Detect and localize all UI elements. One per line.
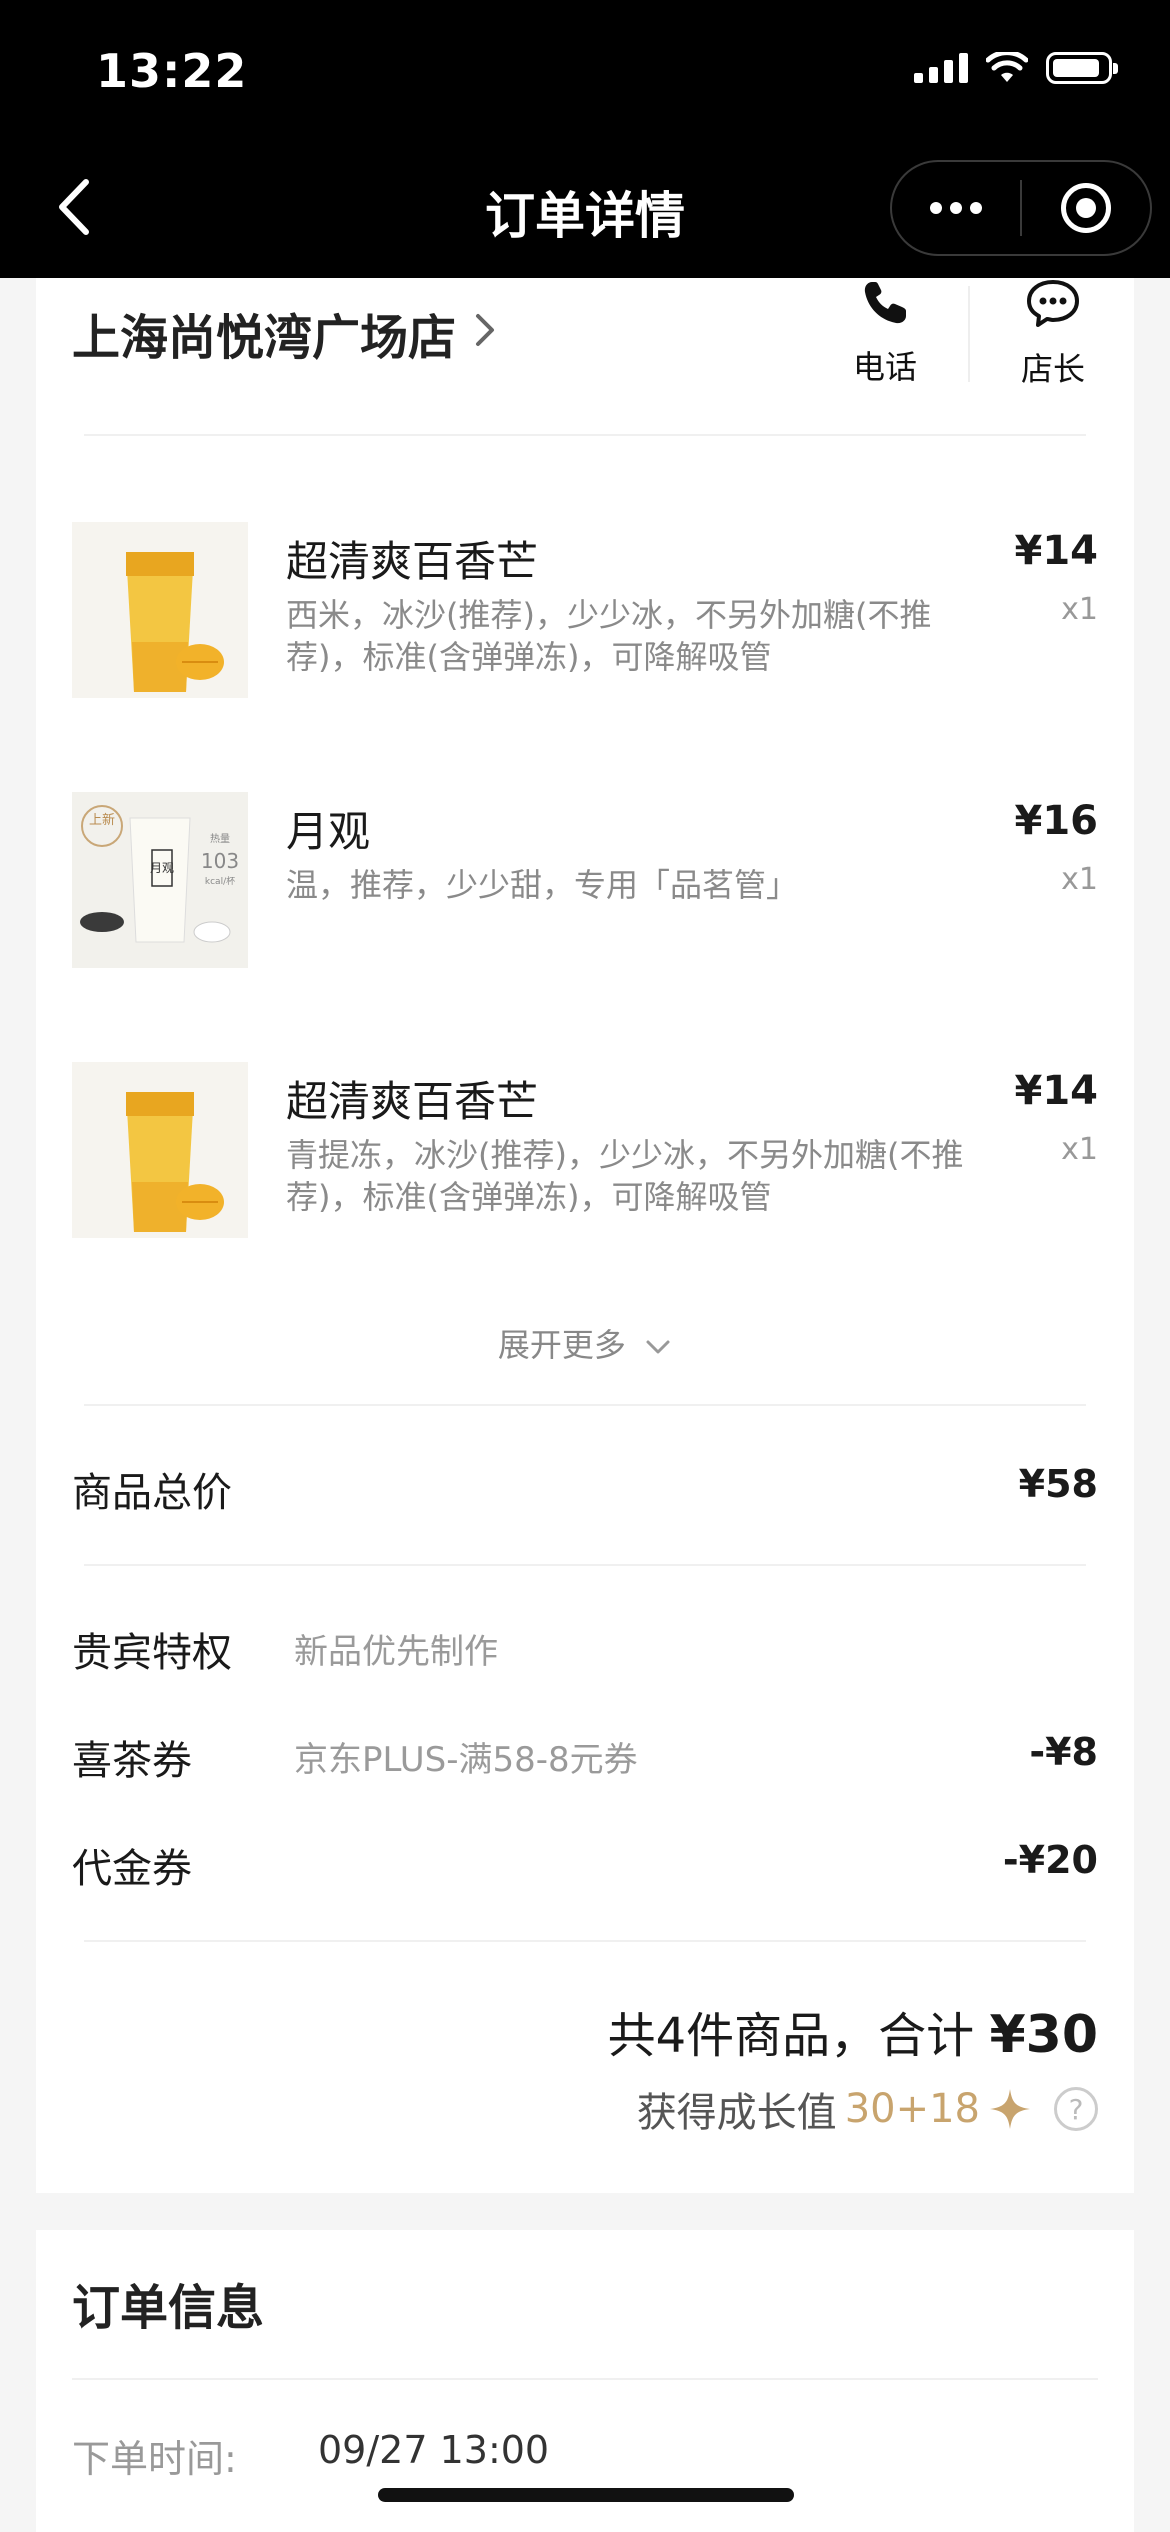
divider bbox=[84, 434, 1086, 436]
store-name[interactable]: 上海尚悦湾广场店 bbox=[72, 298, 456, 368]
item-options: 温，推荐，少少甜，专用「品茗管」 bbox=[286, 866, 799, 904]
growth-label: 获得成长值 bbox=[636, 2090, 837, 2136]
cellular-signal-icon bbox=[914, 53, 968, 83]
divider bbox=[84, 1940, 1086, 1942]
voucher-label: 代金券 bbox=[72, 1846, 192, 1892]
order-info-title: 订单信息 bbox=[72, 2280, 265, 2336]
expand-more-label: 展开更多 bbox=[497, 1326, 626, 1364]
top-bar: 13:22 订单详情 bbox=[0, 0, 1170, 278]
status-time: 13:22 bbox=[96, 44, 248, 98]
help-icon[interactable]: ? bbox=[1054, 2087, 1098, 2131]
divider bbox=[84, 1404, 1086, 1406]
chevron-down-icon bbox=[646, 1340, 670, 1354]
item-quantity: x1 bbox=[1061, 592, 1098, 627]
coupon-label: 喜茶券 bbox=[72, 1738, 192, 1784]
item-quantity: x1 bbox=[1061, 862, 1098, 897]
chevron-right-icon[interactable] bbox=[470, 306, 500, 354]
sparkle-icon bbox=[990, 2089, 1030, 2129]
item-name: 月观 bbox=[286, 807, 371, 856]
item-quantity: x1 bbox=[1061, 1132, 1098, 1167]
new-tag-text: 上新 bbox=[89, 812, 115, 828]
manager-button[interactable]: 店长 bbox=[998, 278, 1108, 390]
item-price: ¥16 bbox=[1014, 798, 1099, 844]
status-icons bbox=[914, 52, 1118, 84]
order-card: 上海尚悦湾广场店 电话 店长 超清爽百香芒 西米，冰沙(推荐)，少少冰，不另外加… bbox=[36, 278, 1134, 2193]
product-image-milk-tea: 上新 月观 热量 103 kcal/杯 bbox=[72, 792, 248, 968]
phone-icon bbox=[864, 282, 906, 324]
contact-divider bbox=[968, 286, 970, 382]
coupon-amount: -¥8 bbox=[1029, 1730, 1098, 1774]
manager-label: 店长 bbox=[1020, 350, 1085, 388]
chat-bubble-icon bbox=[1027, 280, 1079, 327]
divider bbox=[84, 1564, 1086, 1566]
thumb-kcal-unit: kcal/杯 bbox=[205, 875, 235, 887]
item-options: 青提冻，冰沙(推荐)，少少冰，不另外加糖(不推荐)，标准(含弹弹冻)，可降解吸管 bbox=[286, 1136, 964, 1216]
coupon-desc: 京东PLUS-满58-8元券 bbox=[294, 1740, 638, 1780]
product-image-mango-drink bbox=[72, 522, 248, 698]
phone-label: 电话 bbox=[852, 348, 917, 386]
item-name: 超清爽百香芒 bbox=[286, 537, 539, 586]
expand-more-button[interactable]: 展开更多 bbox=[36, 1320, 1134, 1366]
home-indicator bbox=[378, 2488, 794, 2502]
thumb-product-name: 月观 bbox=[150, 861, 174, 875]
list-item[interactable]: 超清爽百香芒 西米，冰沙(推荐)，少少冰，不另外加糖(不推荐)，标准(含弹弹冻)… bbox=[72, 522, 1134, 698]
item-price: ¥14 bbox=[1014, 528, 1099, 574]
more-dots-icon bbox=[930, 202, 982, 214]
total-prefix: 共4件商品，合计 bbox=[607, 2008, 975, 2064]
thumb-kcal-label: 热量 bbox=[210, 832, 230, 845]
list-item[interactable]: 上新 月观 热量 103 kcal/杯 月观 温，推荐，少少甜，专用「品茗管」 … bbox=[72, 792, 1134, 968]
total-amount: ¥30 bbox=[989, 2005, 1098, 2065]
order-time-label: 下单时间: bbox=[72, 2437, 237, 2481]
order-info-card: 订单信息 下单时间: 09/27 13:00 bbox=[36, 2230, 1134, 2532]
growth-points: 获得成长值 30+18 ? bbox=[637, 2080, 1098, 2138]
target-close-icon bbox=[1060, 183, 1111, 233]
close-program-button[interactable] bbox=[1022, 162, 1150, 254]
list-item[interactable]: 超清爽百香芒 青提冻，冰沙(推荐)，少少冰，不另外加糖(不推荐)，标准(含弹弹冻… bbox=[72, 1062, 1134, 1238]
battery-icon bbox=[1046, 52, 1118, 84]
thumb-kcal-value: 103 bbox=[201, 849, 239, 873]
more-button[interactable] bbox=[892, 162, 1020, 254]
wifi-icon bbox=[986, 52, 1028, 82]
subtotal-label: 商品总价 bbox=[72, 1470, 232, 1516]
phone-button[interactable]: 电话 bbox=[830, 278, 940, 388]
item-options: 西米，冰沙(推荐)，少少冰，不另外加糖(不推荐)，标准(含弹弹冻)，可降解吸管 bbox=[286, 596, 932, 676]
item-price: ¥14 bbox=[1014, 1068, 1099, 1114]
voucher-amount: -¥20 bbox=[1002, 1838, 1098, 1882]
vip-privilege-label: 贵宾特权 bbox=[72, 1630, 232, 1676]
vip-privilege-desc: 新品优先制作 bbox=[294, 1632, 498, 1672]
mini-program-capsule bbox=[890, 160, 1152, 256]
order-total: 共4件商品，合计 ¥30 bbox=[608, 1996, 1098, 2066]
item-name: 超清爽百香芒 bbox=[286, 1077, 539, 1126]
order-time-value: 09/27 13:00 bbox=[318, 2428, 550, 2472]
product-image-mango-drink bbox=[72, 1062, 248, 1238]
divider bbox=[72, 2378, 1098, 2380]
growth-value: 30+18 bbox=[844, 2086, 980, 2132]
subtotal-amount: ¥58 bbox=[1018, 1462, 1098, 1506]
